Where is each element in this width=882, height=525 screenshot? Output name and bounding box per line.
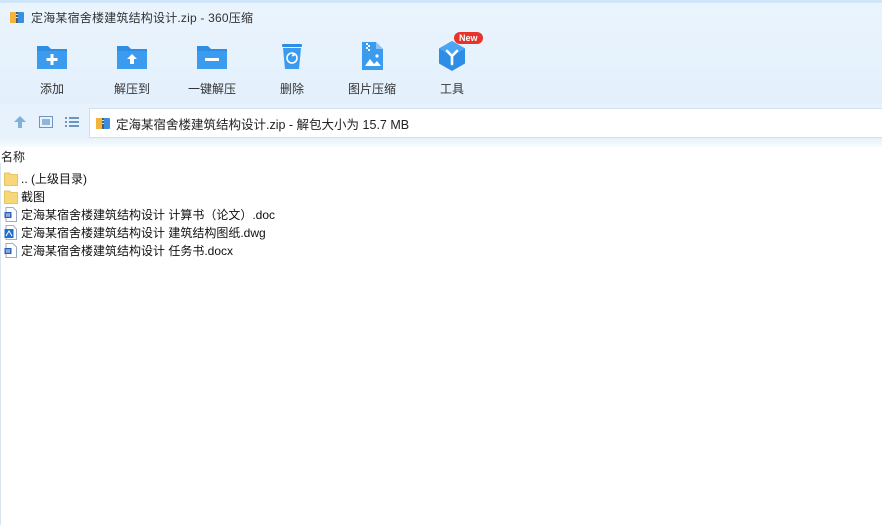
tools-icon-wrap: New [434,32,483,74]
title-bar: 定海某宿舍楼建筑结构设计.zip - 360压缩 [0,4,882,30]
delete-label: 删除 [279,82,304,96]
arrow-up-icon [14,116,26,128]
file-name: 定海某宿舍楼建筑结构设计 计算书（论文）.doc [21,207,276,222]
folder-icon [4,172,18,186]
list-item[interactable]: W 定海某宿舍楼建筑结构设计 任务书.docx [4,241,604,259]
list-view-icon [65,117,79,127]
one-click-extract-icon [197,46,227,69]
address-text: 定海某宿舍楼建筑结构设计.zip - 解包大小为 15.7 MB [116,117,410,132]
svg-text:W: W [6,213,11,219]
zip-archive-icon [10,12,24,23]
file-name: .. (上级目录) [21,171,87,186]
top-border [0,0,882,3]
up-level-button[interactable] [11,113,29,131]
delete-button[interactable]: 删除 [252,34,332,100]
one-click-extract-button[interactable]: 一键解压 [172,34,252,100]
window-title: 定海某宿舍楼建筑结构设计.zip - 360压缩 [31,10,254,25]
list-view-button[interactable] [63,113,81,131]
thumbnail-view-icon [39,116,53,128]
list-header-bar [0,139,882,147]
file-name: 定海某宿舍楼建筑结构设计 任务书.docx [21,243,234,258]
svg-text:W: W [6,249,11,255]
list-item[interactable]: .. (上级目录) [4,169,604,187]
word-doc-icon: W [4,206,17,222]
image-compress-icon [362,42,383,70]
new-badge: New [454,32,483,44]
header-area: 定海某宿舍楼建筑结构设计.zip - 360压缩 添加 解压到 一键解压 删除 … [0,0,882,104]
address-bar[interactable]: 定海某宿舍楼建筑结构设计.zip - 解包大小为 15.7 MB [89,108,882,138]
file-name: 定海某宿舍楼建筑结构设计 建筑结构图纸.dwg [21,225,266,240]
image-compress-label: 图片压缩 [347,82,396,96]
folder-icon [4,190,18,204]
word-doc-icon: W [4,242,17,258]
file-name: 截图 [21,189,46,204]
zip-archive-icon [96,118,110,129]
extract-to-label: 解压到 [113,82,150,96]
extract-to-icon [117,46,147,69]
dwg-file-icon [4,224,17,240]
file-list: .. (上级目录) 截图 W 定海某宿舍楼建筑结构设计 计算书（论文）.doc … [4,169,604,259]
image-compress-button[interactable]: 图片压缩 [332,34,412,100]
thumbnail-view-button[interactable] [37,113,55,131]
list-item[interactable]: W 定海某宿舍楼建筑结构设计 计算书（论文）.doc [4,205,604,223]
trash-icon [282,44,302,69]
extract-to-button[interactable]: 解压到 [92,34,172,100]
address-row: 定海某宿舍楼建筑结构设计.zip - 解包大小为 15.7 MB [0,104,882,139]
divider [0,163,1,525]
add-folder-icon [37,46,67,69]
column-header-name[interactable]: 名称 [1,148,25,165]
list-item[interactable]: 定海某宿舍楼建筑结构设计 建筑结构图纸.dwg [4,223,604,241]
tools-label: 工具 [439,82,464,96]
one-click-extract-label: 一键解压 [187,82,236,96]
add-label: 添加 [39,82,64,96]
tools-button[interactable]: New 工具 [412,32,492,100]
toolbar: 添加 解压到 一键解压 删除 图片压缩 New 工具 [0,32,882,104]
list-item[interactable]: 截图 [4,187,604,205]
add-button[interactable]: 添加 [12,34,92,100]
